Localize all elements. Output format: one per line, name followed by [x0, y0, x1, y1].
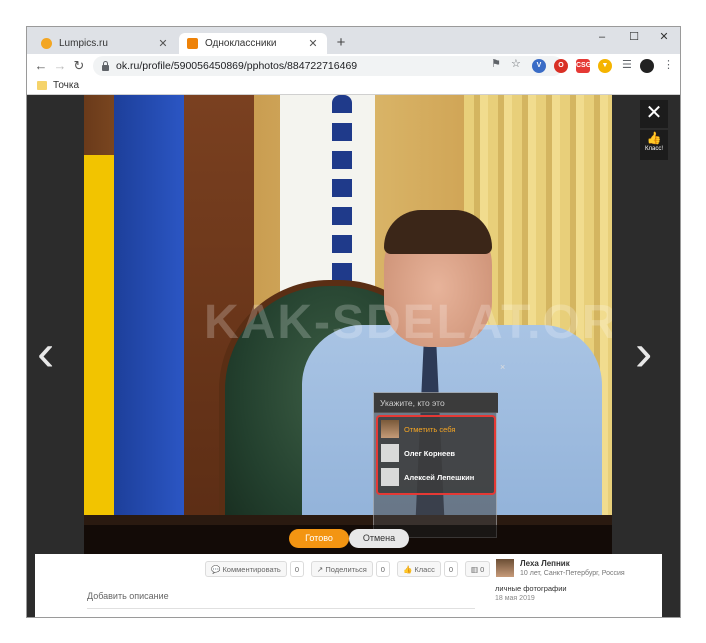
lock-icon — [101, 61, 110, 71]
profile-avatar[interactable] — [640, 59, 654, 73]
new-tab-button[interactable]: + — [333, 33, 349, 53]
window-close-button[interactable]: ✕ — [649, 29, 679, 45]
tag-self-item[interactable]: Отметить себя — [378, 417, 494, 441]
tag-person-name: Олег Корнеев — [404, 448, 456, 458]
add-description-link[interactable]: Добавить описание — [87, 591, 169, 601]
tab-close-icon[interactable]: ✕ — [157, 37, 169, 50]
shield-extension-icon[interactable]: ▼ — [598, 59, 612, 73]
bookmark-star-icon[interactable]: ☆ — [511, 57, 521, 70]
folder-icon — [37, 81, 47, 90]
klass-button[interactable]: 👍 Класс! — [640, 130, 668, 160]
author-meta: 10 лет, Санкт-Петербург, Россия — [520, 570, 625, 577]
thumbs-up-icon: 👍 — [646, 131, 662, 145]
prev-photo-arrow-icon[interactable]: ‹ — [37, 323, 54, 383]
tab-strip: Lumpics.ru ✕ Одноклассники ✕ + – ☐ ✕ — [27, 27, 680, 54]
tag-search-input[interactable]: Укажите, кто это — [374, 393, 498, 413]
next-photo-arrow-icon[interactable]: › — [635, 323, 652, 383]
reading-list-icon[interactable]: ☰ — [622, 58, 632, 71]
tab-title: Lumpics.ru — [59, 38, 108, 49]
tab-lumpics[interactable]: Lumpics.ru ✕ — [33, 33, 177, 54]
tag-person-name: Алексей Лепешкин — [404, 472, 475, 482]
browser-window: Lumpics.ru ✕ Одноклассники ✕ + – ☐ ✕ ← →… — [27, 27, 680, 617]
url-text: ok.ru/profile/590056450869/pphotos/88472… — [116, 60, 358, 72]
photo-viewer: KAK-SDELAT.ORG ✕ 👍 Класс! ‹ › Укажите, к… — [27, 95, 680, 617]
photo: KAK-SDELAT.ORG — [84, 95, 612, 554]
comment-button[interactable]: 💬 Комментировать — [205, 561, 287, 577]
tag-people-list: Отметить себя Олег Корнеев Алексей Лепеш… — [376, 415, 496, 495]
tab-close-icon[interactable]: ✕ — [307, 37, 319, 50]
share-button[interactable]: ↗ Поделиться — [311, 561, 373, 577]
tag-person-name: Отметить себя — [404, 424, 456, 434]
done-button[interactable]: Готово — [289, 529, 349, 548]
photo-actions: 💬 Комментировать 0 ↗ Поделиться 0 👍 Клас… — [205, 561, 491, 577]
description-field[interactable] — [87, 608, 475, 614]
avatar — [381, 468, 399, 486]
author-name[interactable]: Леха Лепник — [520, 559, 570, 568]
comment-count: 0 — [289, 561, 304, 577]
bookmark-tochka[interactable]: Точка — [53, 80, 79, 91]
viewer-close-button[interactable]: ✕ — [640, 100, 668, 128]
back-button[interactable]: ← — [33, 57, 49, 75]
share-count: 0 — [375, 561, 390, 577]
tag-person-item[interactable]: Олег Корнеев — [378, 441, 494, 465]
photo-info-pane: 💬 Комментировать 0 ↗ Поделиться 0 👍 Клас… — [35, 554, 662, 617]
photo-date: 18 мая 2019 — [495, 595, 535, 602]
watermark: KAK-SDELAT.ORG — [204, 296, 612, 349]
tag-person-popup: Укажите, кто это Отметить себя Олег Корн… — [373, 392, 498, 538]
maximize-button[interactable]: ☐ — [619, 29, 649, 45]
tag-person-item[interactable]: Алексей Лепешкин — [378, 465, 494, 489]
album-link[interactable]: личные фотографии — [495, 584, 567, 593]
tab-title: Одноклассники — [205, 38, 277, 49]
minimize-button[interactable]: – — [587, 29, 617, 45]
klass-count: 0 — [443, 561, 458, 577]
vpn-extension-icon[interactable]: V — [532, 59, 546, 73]
tab-odnoklassniki[interactable]: Одноклассники ✕ — [179, 33, 327, 54]
forward-button[interactable]: → — [52, 57, 68, 75]
lumpics-favicon-icon — [41, 38, 52, 49]
ok-favicon-icon — [187, 38, 198, 49]
browser-toolbar: ← → ↻ ok.ru/profile/590056450869/pphotos… — [27, 54, 680, 78]
klass-label: Класс! — [645, 146, 663, 152]
bookmarks-bar: Точка — [27, 78, 680, 95]
avatar — [381, 420, 399, 438]
translate-icon[interactable]: ⚑ — [491, 57, 501, 70]
author-avatar[interactable] — [496, 559, 514, 577]
klass-like-button[interactable]: 👍 Класс — [396, 561, 441, 577]
reload-button[interactable]: ↻ — [71, 57, 87, 75]
cancel-button[interactable]: Отмена — [349, 529, 409, 548]
csg-extension-icon[interactable]: CSG — [576, 59, 591, 73]
menu-kebab-icon[interactable]: ⋮ — [663, 58, 674, 71]
tag-close-icon[interactable]: × — [500, 362, 505, 372]
adblock-extension-icon[interactable]: O — [554, 59, 568, 73]
stats-button[interactable]: ▥ 0 — [465, 561, 491, 577]
avatar — [381, 444, 399, 462]
